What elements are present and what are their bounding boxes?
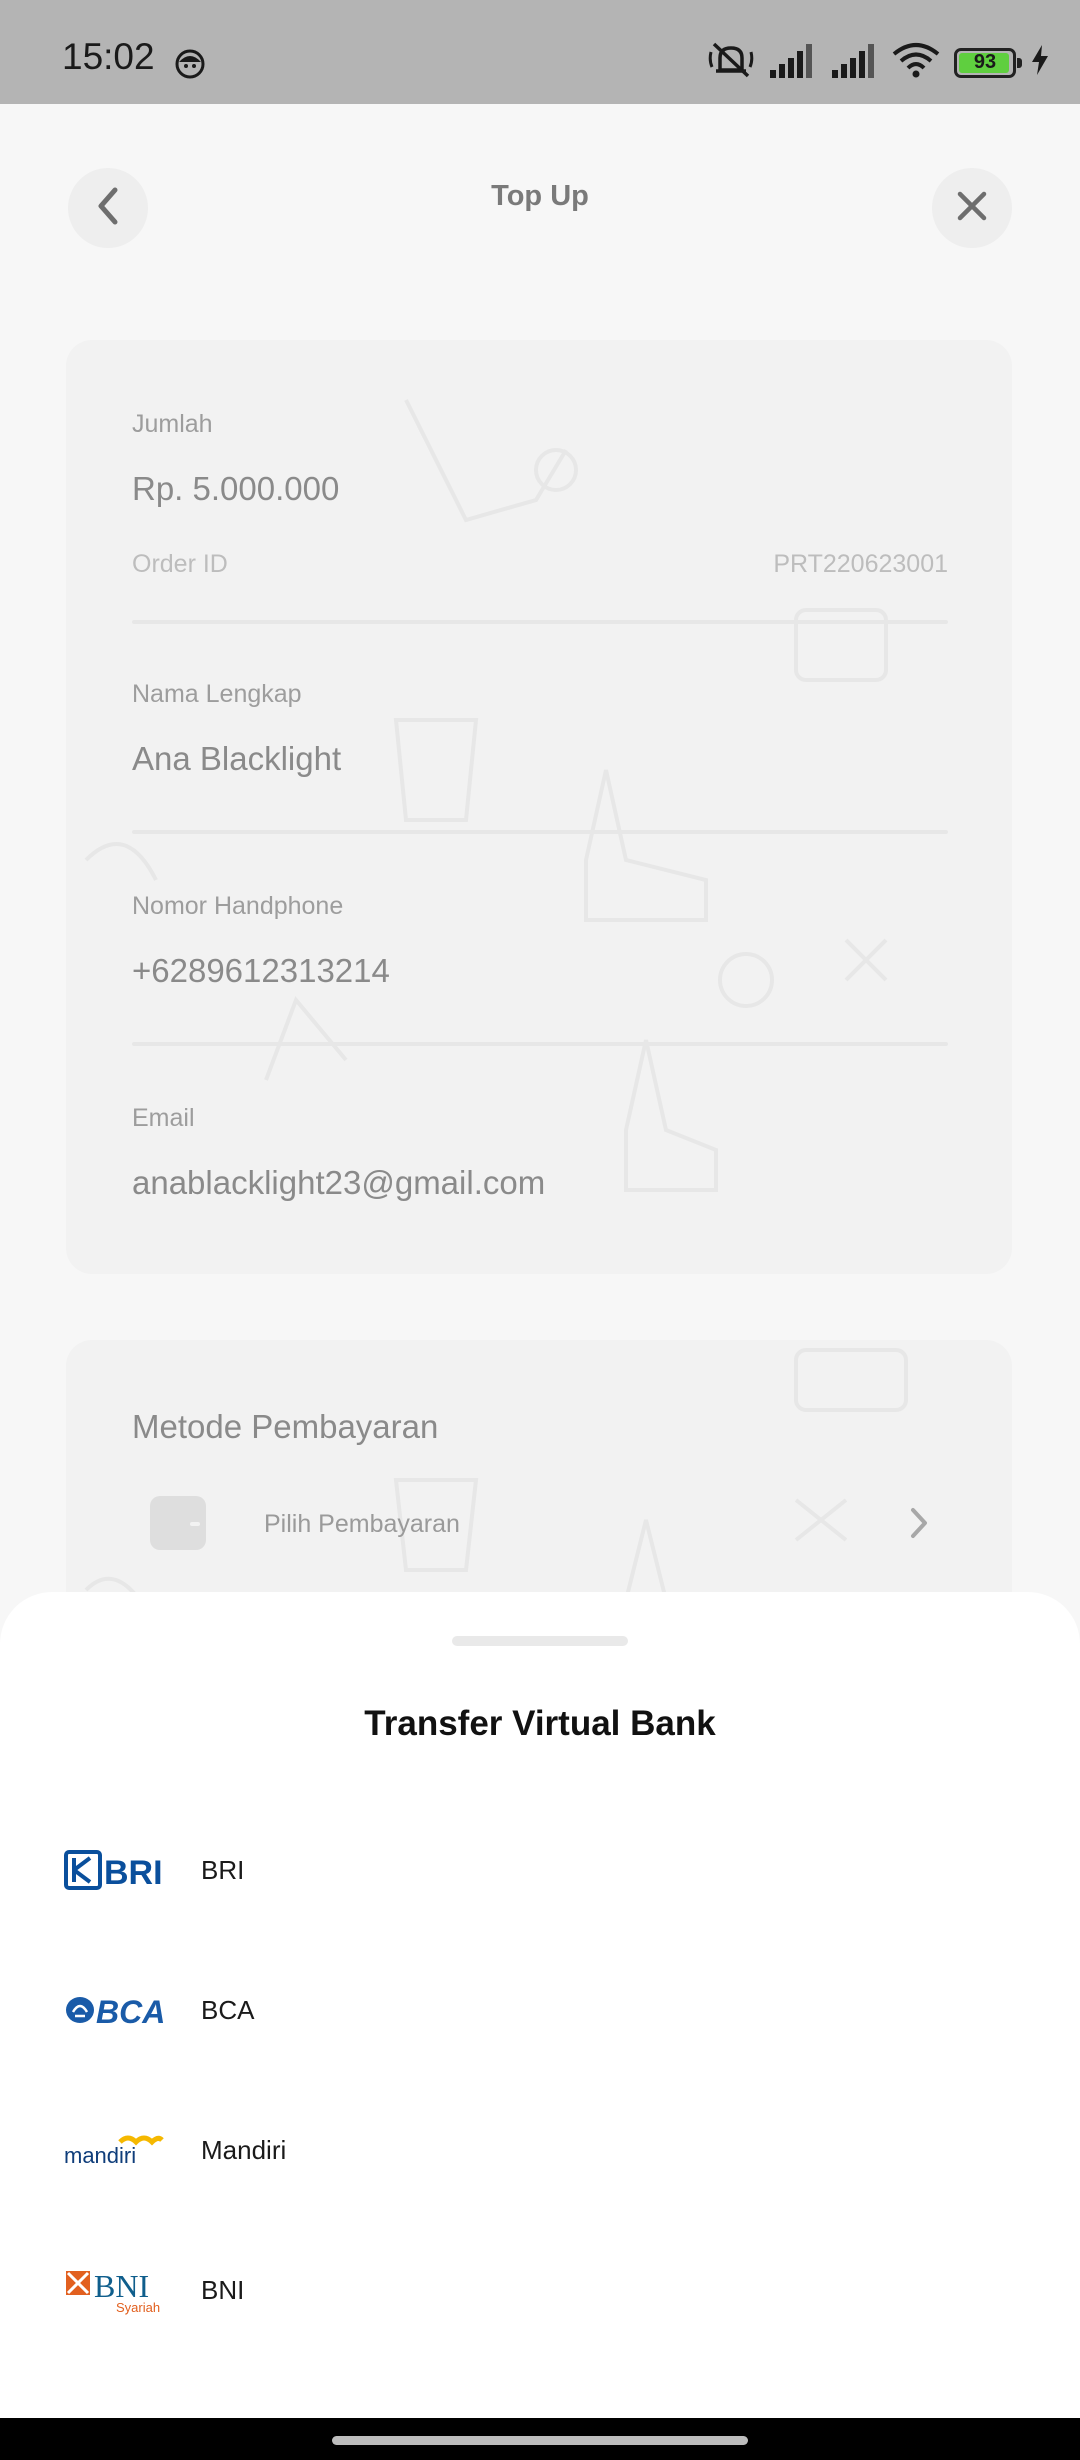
battery-icon: 93 (954, 47, 1022, 78)
notification-face-icon (174, 48, 206, 85)
bank-name: BRI (201, 1854, 245, 1885)
divider (132, 830, 948, 834)
signal-icon-2 (830, 42, 878, 83)
bca-logo-text: BCA (96, 1994, 164, 2028)
bank-name: BCA (201, 1994, 255, 2025)
sheet-title: Transfer Virtual Bank (364, 1704, 716, 1743)
amount-value: Rp. 5.000.000 (132, 470, 340, 507)
bca-logo-icon: BCA (64, 1980, 164, 2040)
payment-method-title: Metode Pembayaran (132, 1408, 439, 1445)
email-field[interactable]: anablacklight23@gmail.com (132, 1164, 545, 1202)
charging-icon (1030, 44, 1050, 81)
bni-logo-subtext: Syariah (116, 2300, 160, 2315)
order-id-label: Order ID (132, 550, 228, 578)
system-navigation-bar (0, 2418, 1080, 2460)
mandiri-logo-icon: mandiri (64, 2120, 164, 2180)
battery-level: 93 (973, 51, 997, 73)
divider (132, 620, 948, 624)
status-bar: 15:02 93 (0, 0, 1080, 104)
amount-label: Jumlah (132, 410, 213, 438)
close-icon (956, 190, 988, 227)
bank-name: BNI (201, 2274, 245, 2305)
email-label: Email (132, 1104, 195, 1132)
close-button[interactable] (932, 168, 1012, 248)
chevron-right-icon[interactable] (908, 1506, 930, 1545)
choose-payment-button[interactable]: Pilih Pembayaran (264, 1510, 460, 1539)
bank-selection-sheet: Transfer Virtual Bank BRI BRI BCA BCA ma… (0, 1592, 1080, 2418)
full-name-label: Nama Lengkap (132, 680, 302, 708)
full-name-field[interactable]: Ana Blacklight (132, 740, 341, 778)
divider (132, 1042, 948, 1046)
bri-logo-icon: BRI (64, 1840, 164, 1900)
wallet-icon (150, 1496, 206, 1550)
phone-label: Nomor Handphone (132, 892, 344, 920)
bank-option-bca[interactable]: BCA BCA (0, 1940, 1080, 2080)
home-gesture-handle[interactable] (332, 2436, 748, 2445)
sheet-drag-handle[interactable] (452, 1636, 628, 1646)
bni-logo-icon: BNI Syariah (64, 2260, 164, 2320)
bank-option-bni[interactable]: BNI Syariah BNI (0, 2220, 1080, 2360)
top-up-page: Top Up Jumlah Rp. 5.000.000 Order ID PRT… (0, 104, 1080, 1640)
order-details-card: Jumlah Rp. 5.000.000 Order ID PRT2206230… (66, 340, 1012, 1274)
signal-icon (768, 42, 816, 83)
mute-icon (708, 40, 754, 85)
mandiri-logo-text: mandiri (64, 2143, 136, 2168)
bank-option-bri[interactable]: BRI BRI (0, 1800, 1080, 1940)
page-title: Top Up (491, 180, 589, 212)
bank-option-mandiri[interactable]: mandiri Mandiri (0, 2080, 1080, 2220)
bri-logo-text: BRI (104, 1854, 163, 1890)
status-time: 15:02 (62, 36, 155, 77)
phone-field[interactable]: +6289612313214 (132, 952, 390, 990)
order-id-value: PRT220623001 (773, 550, 948, 578)
wifi-icon (892, 42, 940, 83)
bank-name: Mandiri (201, 2134, 287, 2165)
bni-logo-text: BNI (94, 2268, 149, 2304)
